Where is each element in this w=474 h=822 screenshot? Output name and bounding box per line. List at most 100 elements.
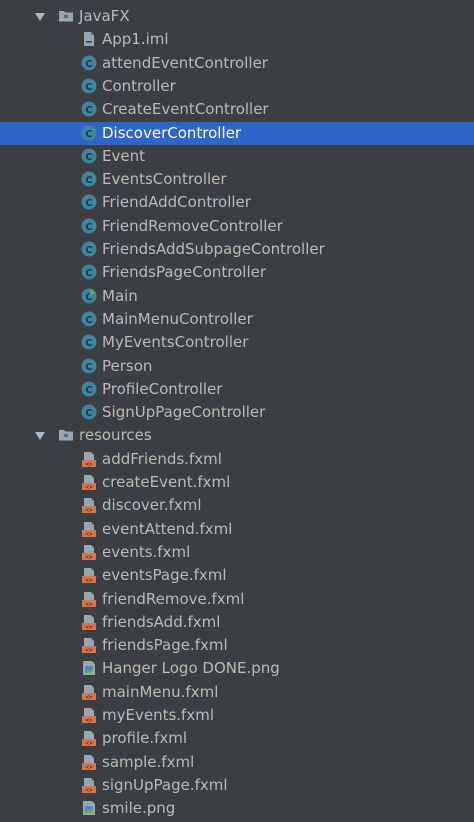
tree-file-row[interactable]: <> events.fxml bbox=[0, 541, 474, 564]
svg-text:C: C bbox=[85, 268, 92, 279]
tree-item-label: Hanger Logo DONE.png bbox=[102, 659, 280, 678]
fxml-file-icon: <> bbox=[81, 544, 97, 560]
svg-text:<>: <> bbox=[85, 601, 93, 607]
tree-file-row[interactable]: C MainMenuController bbox=[0, 308, 474, 331]
svg-text:<>: <> bbox=[85, 787, 93, 793]
java-class-icon: C bbox=[81, 101, 97, 117]
tree-file-row[interactable]: <> signUpPage.fxml bbox=[0, 774, 474, 797]
chevron-down-icon[interactable] bbox=[35, 432, 45, 441]
tree-file-row[interactable]: C Controller bbox=[0, 75, 474, 98]
tree-item-label: JavaFX bbox=[79, 7, 130, 25]
tree-file-row[interactable]: <> createEvent.fxml bbox=[0, 471, 474, 494]
tree-item-label: myEvents.fxml bbox=[102, 706, 214, 724]
tree-item-label: FriendsPageController bbox=[102, 263, 267, 282]
svg-text:C: C bbox=[85, 198, 92, 209]
java-class-icon: C bbox=[81, 148, 97, 164]
svg-text:C: C bbox=[85, 408, 92, 419]
java-class-icon: C bbox=[81, 78, 97, 94]
tree-item-label: App1.iml bbox=[102, 30, 169, 49]
tree-file-row[interactable]: <> discover.fxml bbox=[0, 494, 474, 517]
tree-item-label: MyEventsController bbox=[102, 333, 249, 352]
tree-item-label: resources bbox=[79, 426, 152, 445]
tree-file-row[interactable]: C FriendsPageController bbox=[0, 261, 474, 284]
tree-file-row[interactable]: C FriendRemoveController bbox=[0, 215, 474, 238]
tree-item-label: FriendAddController bbox=[102, 193, 251, 212]
tree-folder-row[interactable]: JavaFX bbox=[0, 5, 474, 28]
fxml-file-icon: <> bbox=[81, 637, 97, 654]
svg-text:<>: <> bbox=[85, 647, 93, 653]
tree-file-row[interactable]: <> friendsAdd.fxml bbox=[0, 611, 474, 634]
tree-item-label: events.fxml bbox=[102, 542, 191, 561]
fxml-file-icon: <> bbox=[81, 730, 97, 747]
tree-item-label: sample.fxml bbox=[102, 752, 195, 771]
svg-text:<>: <> bbox=[85, 717, 93, 723]
tree-file-row[interactable]: C SignUpPageController bbox=[0, 401, 474, 424]
tree-item-label: smile.png bbox=[102, 799, 176, 818]
svg-text:C: C bbox=[85, 362, 92, 373]
tree-item-label: FriendsAddSubpageController bbox=[102, 240, 325, 258]
tree-item-label: addFriends.fxml bbox=[102, 449, 222, 468]
tree-item-label: createEvent.fxml bbox=[102, 473, 231, 491]
tree-item-label: SignUpPageController bbox=[102, 403, 266, 422]
tree-file-row[interactable]: <> eventAttend.fxml bbox=[0, 518, 474, 541]
java-class-icon: C bbox=[81, 55, 97, 71]
java-class-icon: C bbox=[81, 194, 97, 210]
fxml-file-icon: <> bbox=[81, 451, 97, 467]
iml-file-icon bbox=[81, 31, 97, 47]
tree-file-row[interactable]: C CreateEventController bbox=[0, 98, 474, 121]
tree-file-row[interactable]: <> sample.fxml bbox=[0, 751, 474, 774]
tree-file-row[interactable]: Hanger Logo DONE.png bbox=[0, 657, 474, 680]
tree-file-row[interactable]: <> friendsPage.fxml bbox=[0, 634, 474, 657]
java-class-icon: C bbox=[81, 381, 97, 397]
tree-folder-row[interactable]: resources bbox=[0, 424, 474, 447]
tree-file-row[interactable]: C FriendAddController bbox=[0, 191, 474, 214]
svg-text:<>: <> bbox=[85, 531, 93, 537]
tree-file-row[interactable]: C ProfileController bbox=[0, 378, 474, 401]
fxml-file-icon: <> bbox=[81, 777, 97, 793]
tree-file-row[interactable]: CattendEventController bbox=[0, 52, 474, 75]
java-class-icon: C bbox=[81, 311, 97, 327]
folder-icon bbox=[58, 427, 74, 443]
tree-file-row[interactable]: C Person bbox=[0, 355, 474, 378]
tree-file-row[interactable]: C DiscoverController bbox=[0, 121, 474, 145]
java-class-icon: C bbox=[81, 125, 97, 141]
svg-text:C: C bbox=[85, 59, 92, 70]
tree-item-label: mainMenu.fxml bbox=[102, 682, 219, 701]
tree-file-row[interactable]: <> profile.fxml bbox=[0, 727, 474, 750]
tree-item-label: discover.fxml bbox=[102, 496, 202, 515]
tree-item-label: CreateEventController bbox=[102, 100, 269, 119]
chevron-down-icon[interactable] bbox=[35, 13, 45, 21]
svg-text:C: C bbox=[85, 315, 92, 326]
java-class-icon: C bbox=[81, 241, 97, 257]
tree-file-row[interactable]: <> friendRemove.fxml bbox=[0, 588, 474, 611]
java-class-icon: C bbox=[81, 404, 97, 420]
svg-text:<>: <> bbox=[85, 624, 93, 630]
svg-text:<>: <> bbox=[85, 740, 93, 746]
tree-file-row[interactable]: App1.iml bbox=[0, 28, 474, 51]
fxml-file-icon: <> bbox=[81, 754, 97, 770]
tree-file-row[interactable]: C Main bbox=[0, 285, 474, 308]
tree-file-row[interactable]: <> addFriends.fxml bbox=[0, 448, 474, 471]
tree-file-row[interactable]: smile.png bbox=[0, 797, 474, 820]
tree-item-label: signUpPage.fxml bbox=[102, 775, 228, 794]
tree-file-row[interactable]: C EventsController bbox=[0, 168, 474, 191]
java-class-icon: C bbox=[81, 358, 97, 374]
svg-text:<>: <> bbox=[85, 577, 93, 583]
tree-item-label: DiscoverController bbox=[102, 123, 242, 142]
tree-file-row[interactable]: C FriendsAddSubpageController bbox=[0, 238, 474, 261]
fxml-file-icon: <> bbox=[81, 591, 97, 607]
folder-icon bbox=[58, 8, 74, 24]
svg-text:C: C bbox=[85, 385, 92, 396]
tree-item-label: profile.fxml bbox=[102, 729, 188, 748]
tree-file-row[interactable]: C MyEventsController bbox=[0, 331, 474, 354]
tree-file-row[interactable]: <> eventsPage.fxml bbox=[0, 564, 474, 587]
tree-file-row[interactable]: C Event bbox=[0, 145, 474, 168]
svg-text:C: C bbox=[85, 152, 92, 163]
svg-text:C: C bbox=[85, 105, 92, 116]
svg-text:<>: <> bbox=[85, 484, 93, 490]
tree-file-row[interactable]: <> mainMenu.fxml bbox=[0, 681, 474, 704]
tree-file-row[interactable]: <> myEvents.fxml bbox=[0, 704, 474, 727]
java-class-icon: C bbox=[81, 171, 97, 187]
tree-item-label: attendEventController bbox=[102, 53, 268, 72]
svg-text:<>: <> bbox=[85, 694, 93, 700]
